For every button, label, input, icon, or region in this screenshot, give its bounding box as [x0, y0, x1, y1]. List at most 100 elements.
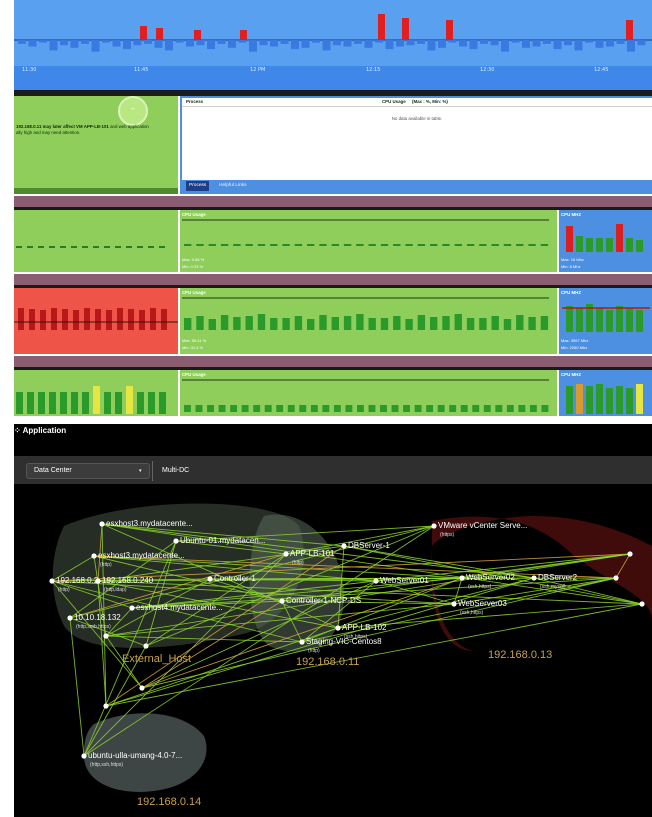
sparkline-bar [29, 309, 35, 330]
chart-bar [466, 318, 475, 330]
node-label[interactable]: esxhost3.mydatacente... [98, 551, 185, 560]
chart-bar [257, 314, 266, 330]
node-label[interactable]: APP-LB-101 [290, 549, 335, 558]
data-center-value[interactable]: Multi-DC [162, 467, 189, 474]
node-protocols: (ssh,https) [468, 584, 492, 590]
sparkline-dash [93, 246, 99, 248]
chart-bar [472, 405, 480, 412]
node-protocols: (http) [308, 648, 320, 654]
mhz-bar [566, 386, 573, 414]
topology-node[interactable] [91, 553, 97, 559]
mhz-bar [626, 308, 633, 332]
node-label[interactable]: esxhost3.mydatacente... [106, 519, 193, 528]
chart-bar [282, 244, 290, 246]
chevron-down-icon[interactable]: ▾ [139, 468, 142, 474]
topology-node[interactable] [207, 576, 213, 582]
topology-node[interactable] [431, 523, 437, 529]
topology-node[interactable] [335, 625, 341, 631]
mhz-bar [606, 238, 613, 252]
mhz-bar [636, 310, 643, 332]
chart-bar [414, 405, 422, 412]
chart-bar [307, 319, 315, 330]
chart-bar [460, 405, 468, 412]
node-label[interactable]: esxhost4.mydatacente... [136, 603, 223, 612]
chart-bar [230, 405, 238, 412]
chart-bar [282, 318, 290, 330]
node-label[interactable]: VMware vCenter Serve... [438, 521, 527, 530]
chart-bar [343, 244, 352, 246]
chart-bar [196, 244, 204, 246]
chart-bar [540, 316, 549, 330]
node-label[interactable]: WebServer03 [458, 599, 507, 608]
node-label[interactable]: 10.10.18.132 [74, 613, 121, 622]
topology-node[interactable] [99, 521, 105, 527]
chart-bar [368, 405, 376, 412]
chart-bar [516, 315, 524, 330]
node-label[interactable]: Controller-1-NCP-DS [286, 596, 361, 605]
topology-node[interactable] [373, 578, 379, 584]
chart-bar [319, 244, 327, 246]
chart-bar [430, 317, 438, 330]
chart-bar [220, 244, 229, 246]
sparkline-dash [49, 246, 55, 248]
chart-bar [184, 405, 191, 412]
chart-bar [253, 405, 261, 412]
topology-node[interactable] [129, 605, 135, 611]
chart-bar [491, 316, 499, 330]
topology-node[interactable] [67, 615, 73, 621]
node-label[interactable]: APP-LB-102 [342, 623, 387, 632]
sparkline-dash [159, 246, 165, 248]
topology-node[interactable] [143, 643, 149, 649]
topology-node[interactable] [639, 601, 645, 607]
topology-node[interactable] [459, 575, 465, 581]
topology-node[interactable] [173, 538, 179, 544]
mhz-bar [566, 226, 573, 252]
chart-bar [380, 405, 387, 412]
mhz-bar [616, 306, 623, 332]
topology-node[interactable] [299, 639, 305, 645]
sparkline-bar [18, 308, 24, 330]
chart-bar [264, 405, 272, 412]
chart-bar [319, 315, 327, 330]
node-label[interactable]: WebServer02 [466, 573, 515, 582]
chart-bar [196, 316, 204, 330]
chart-bar [331, 244, 339, 246]
topology-node[interactable] [103, 633, 109, 639]
node-label[interactable]: DBServer-1 [348, 541, 390, 550]
sparkline-bar [106, 310, 112, 330]
mhz-bar [576, 236, 583, 252]
chart-bar [270, 318, 278, 330]
topology-node[interactable] [81, 753, 87, 759]
topology-node[interactable] [103, 703, 109, 709]
topology-node[interactable] [627, 551, 633, 557]
topology-node[interactable] [451, 601, 457, 607]
chart-bar [257, 244, 266, 246]
topology-node[interactable] [139, 685, 145, 691]
topology-node[interactable] [49, 578, 55, 584]
sparkline-bar [84, 308, 90, 330]
topology-node[interactable] [613, 575, 619, 581]
sparkline-bar [27, 392, 34, 414]
chart-bar [208, 244, 216, 246]
node-label[interactable]: ubuntu-ulla-umang-4.0-7... [88, 751, 182, 760]
sparkline-dash [126, 246, 132, 248]
topology-node[interactable] [283, 551, 289, 557]
node-label[interactable]: DBServer2 [538, 573, 578, 582]
topology-node[interactable] [279, 598, 285, 604]
chart-bar [287, 405, 295, 412]
sparkline-bar [51, 308, 57, 330]
topology-graph[interactable]: esxhost3.mydatacente... esxhost3.mydatace… [14, 486, 652, 817]
node-protocols: (https) [440, 532, 455, 538]
node-label[interactable]: 192.168.0.2 [56, 576, 99, 585]
node-label[interactable]: Controller-1 [214, 574, 256, 583]
topology-node[interactable] [531, 575, 537, 581]
topology-node[interactable] [341, 543, 347, 549]
node-label[interactable]: Ubuntu-01.mydatacen... [180, 536, 265, 545]
chart-bar [528, 244, 536, 246]
chart-bar [343, 316, 352, 330]
node-label[interactable]: 192.168.0.240 [102, 576, 154, 585]
chart-bar [540, 244, 549, 246]
node-label[interactable]: WebServer01 [380, 576, 429, 585]
node-label[interactable]: Staging-VIC-Centos8 [306, 637, 382, 646]
sparkline-bar [104, 392, 111, 414]
